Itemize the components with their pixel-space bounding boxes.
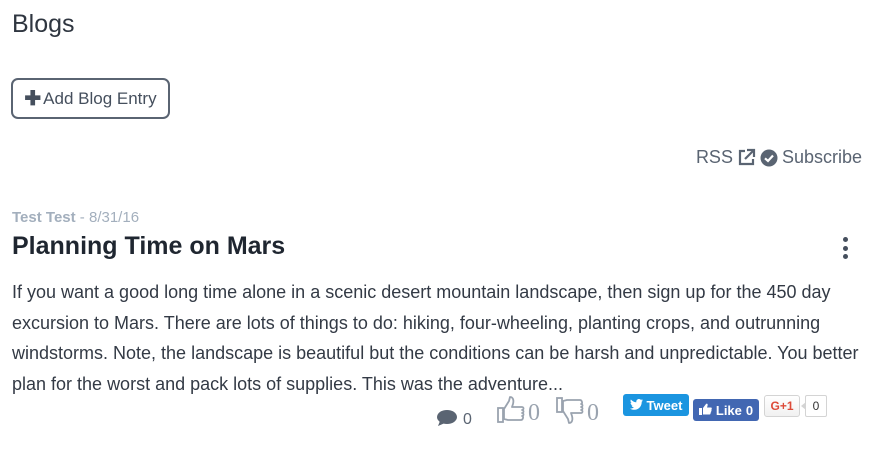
- kebab-menu-icon[interactable]: [839, 237, 851, 259]
- external-link-icon[interactable]: [737, 148, 756, 167]
- tweet-label: Tweet: [646, 397, 683, 413]
- thumbs-up-icon: [496, 395, 526, 432]
- post-date: 8/31/16: [88, 209, 140, 226]
- plus-icon: ✚: [24, 87, 42, 110]
- like-button[interactable]: 0: [496, 395, 540, 432]
- check-circle-icon[interactable]: [760, 149, 778, 167]
- subscribe-link[interactable]: Subscribe: [782, 147, 862, 168]
- rss-link[interactable]: RSS: [696, 147, 733, 168]
- add-blog-entry-label: Add Blog Entry: [43, 88, 157, 108]
- facebook-like-label: Like: [715, 402, 742, 418]
- tweet-button[interactable]: Tweet: [623, 394, 689, 416]
- comment-icon: [436, 409, 458, 432]
- twitter-bird-icon: [629, 398, 643, 413]
- comments-count: 0: [463, 411, 472, 428]
- facebook-thumb-icon: [698, 403, 712, 418]
- subscribe-bar: RSS Subscribe: [696, 147, 862, 168]
- google-plus-button[interactable]: G+1: [764, 395, 800, 417]
- facebook-like-button[interactable]: Like 0: [693, 399, 759, 421]
- facebook-like-count: 0: [745, 402, 754, 418]
- post-excerpt: If you want a good long time alone in a …: [12, 282, 859, 394]
- comments-button[interactable]: 0: [436, 403, 472, 437]
- add-blog-entry-button[interactable]: ✚ Add Blog Entry: [11, 78, 170, 119]
- thumbs-down-icon: [555, 395, 585, 432]
- google-plus-count: 0: [801, 395, 827, 417]
- post-meta: Test Test - 8/31/16: [12, 209, 139, 226]
- post-author[interactable]: Test Test: [12, 209, 76, 226]
- meta-separator: -: [75, 209, 89, 226]
- dislikes-count: 0: [587, 399, 599, 426]
- dislike-button[interactable]: 0: [555, 396, 599, 430]
- page-title: Blogs: [12, 10, 75, 38]
- post-title[interactable]: Planning Time on Mars: [12, 232, 285, 261]
- likes-count: 0: [528, 399, 540, 426]
